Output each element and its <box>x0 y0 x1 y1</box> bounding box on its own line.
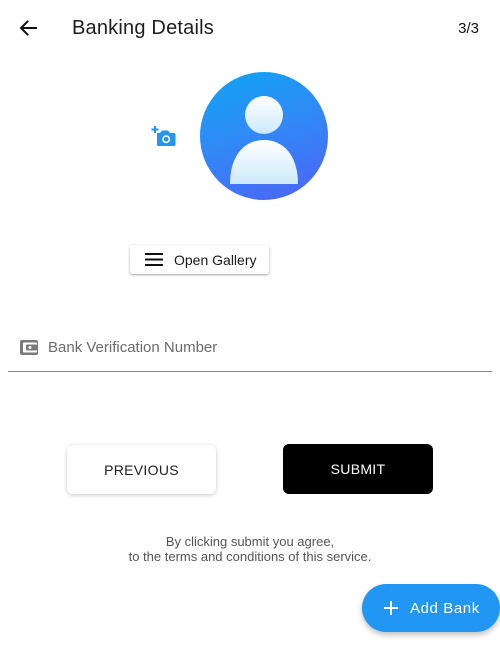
page-title: Banking Details <box>72 17 214 39</box>
open-gallery-label: Open Gallery <box>174 252 257 268</box>
menu-icon <box>145 253 163 266</box>
back-button[interactable] <box>14 14 42 42</box>
add-bank-label: Add Bank <box>410 600 480 617</box>
terms-text: By clicking submit you agree, to the ter… <box>0 534 500 564</box>
open-gallery-button[interactable]: Open Gallery <box>130 245 269 274</box>
app-bar: Banking Details 3/3 <box>0 0 500 56</box>
arrow-back-icon <box>19 20 37 36</box>
terms-line-1: By clicking submit you agree, <box>165 534 335 549</box>
terms-line-2: to the terms and conditions of this serv… <box>128 549 372 564</box>
bvn-field <box>8 330 492 372</box>
wallet-icon <box>20 340 38 355</box>
add-photo-button[interactable] <box>150 124 178 150</box>
bvn-input[interactable] <box>48 334 478 360</box>
add-a-photo-icon <box>151 126 176 146</box>
plus-icon <box>384 601 398 615</box>
submit-button[interactable]: SUBMIT <box>283 444 433 494</box>
previous-button[interactable]: PREVIOUS <box>67 445 216 494</box>
person-icon <box>230 96 298 184</box>
step-indicator: 3/3 <box>458 20 479 37</box>
avatar[interactable] <box>200 72 328 200</box>
add-bank-button[interactable]: Add Bank <box>362 584 500 632</box>
